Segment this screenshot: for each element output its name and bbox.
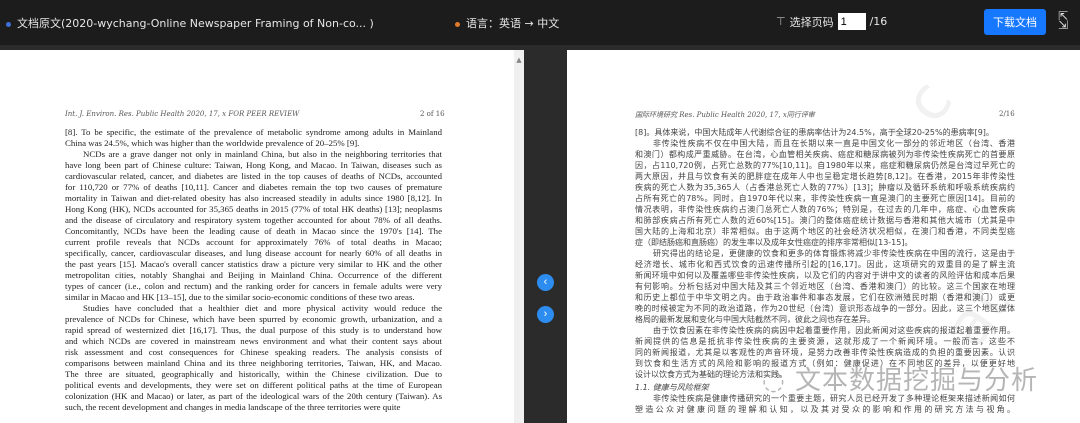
text-line: and which NCDs are covered in mainstream… (65, 336, 442, 346)
fullscreen-icon[interactable]: ⇱ ⇲ (1058, 10, 1072, 31)
text-line: prevalence of NCDs for Chinese, which ha… (65, 314, 442, 324)
text-line: 非传染性疾病不仅在中国大陆，而且在长期以来一直是中国文化一部分的邻近地区（台湾、… (653, 139, 1015, 148)
text-line: cardiovascular related, cancer, and diab… (65, 171, 442, 181)
text-line: 同的新闻报道，尤其是以客观性的声音环境，是努力改善非传染性疾病造成的负担的重要因… (635, 348, 1015, 357)
blue-dot-icon (6, 21, 11, 27)
text-line: NCDs are a grave danger not only in main… (83, 149, 442, 159)
text-line: the past years [15]. Macao's overall can… (65, 259, 442, 269)
text-line: 晚的时候被定为不同的政治道路，作为20世纪（台湾）意识形态战争的一部分。因此，这… (635, 304, 1015, 313)
scroll-up-icon[interactable]: ▲ (514, 56, 524, 64)
chevron-left-icon: ‹ (543, 276, 548, 288)
text-line: Hong Kong (HK), NCDs accounted for 35,36… (65, 204, 442, 214)
document-title: 文档原文(2020-wychang-Online Newspaper Frami… (6, 15, 374, 31)
text-line: 和澳门）都构成严重威胁。在台湾，心血管相关疾病、癌症和糖尿病被列为非传染性疾病死… (635, 150, 1015, 159)
orange-dot-icon (455, 21, 460, 27)
text-line: 格局的最新发展和变化与中国大陆截然不同，彼此之间也存在差异。 (635, 315, 875, 324)
top-bar: 文档原文(2020-wychang-Online Newspaper Frami… (0, 0, 1080, 45)
page-select-label: 选择页码 (789, 15, 834, 29)
text-line: colonization (HK and Macao) or later, as… (65, 391, 442, 401)
text-line: specifically, cancer, cardiovascular dis… (65, 248, 442, 258)
page-header: Int. J. Environ. Res. Public Health 2020… (65, 110, 300, 118)
page-number-input[interactable] (837, 13, 866, 30)
watermark: ◌ 文本数据挖掘与分析 (762, 360, 1038, 397)
text-line: [8]。具体来说，中国大陆成年人代谢综合征的患病率估计为24.5%，高于全球20… (635, 128, 994, 137)
text-line: 经济增长、城市化和西式饮食的迅速传播所引起的[16,17]。因此，这项研究的双重… (635, 260, 1015, 269)
text-line: China was 24.5%, which was higher than t… (65, 138, 360, 148)
text-line: 症（即结肠癌和直肠癌）的发生率以及成年女性癌症的排序非常相似[13-15]。 (635, 238, 913, 247)
watermark-text: 文本数据挖掘与分析 (794, 366, 1038, 396)
text-line: Concomitantly, NCDs have been the leadin… (65, 226, 442, 236)
text-line: 两大原因，并且与饮食有关的肥胖症在成年人中也呈稳定增长趋势[8,12]。在香港，… (635, 172, 1015, 181)
scrollbar[interactable]: ▲ (514, 50, 524, 423)
text-line: metropolitan cities, notably Shanghai an… (65, 270, 442, 280)
text-line: risk assessment and cost consequences fo… (65, 347, 442, 357)
text-line: similar in Macao and HK [13–15], due to … (65, 292, 415, 302)
page-number: 2/16 (999, 110, 1015, 118)
prev-page-button[interactable]: ‹ (537, 274, 554, 291)
text-line: 国大陆的上海和北京）非常相似。由于这两个地区的社会经济状况相似，在澳门和香港，不… (635, 227, 1015, 236)
page-number: 2 of 16 (420, 110, 445, 118)
text-line: such, the recent development and changes… (65, 402, 401, 412)
text-line: 由于饮食因素在非传染性疾病的病因中起着重要作用，因此新闻对这些疾病的报道起着重要… (653, 326, 1015, 335)
text-line: 和历史上都位于中华文明之内。由于政治事件和事态发展，它们在欧洲殖民时期（香港和澳… (635, 293, 1015, 302)
download-document-button[interactable]: 下载文档 (984, 9, 1046, 35)
language-selector[interactable]: 语言：英语 → 中文 (455, 15, 559, 31)
text-line: current profile reveals that NCDs accoun… (65, 237, 442, 247)
text-line: 占所有死亡的78%。同时，自1970年代以来，非传染性疾病一直是澳门的主要死亡原… (635, 194, 1015, 203)
text-line: have long been part of Chinese culture: … (65, 160, 442, 170)
text-line: 因，占110,720例，占死亡总数的77%[10,11]。自1980年以来，癌症… (635, 161, 1015, 170)
text-line: rapid spread of westernized diet [16,17]… (65, 325, 442, 335)
text-line: The three are situated, geographically a… (65, 369, 442, 379)
text-line: comparisons between mainland China and i… (65, 358, 442, 368)
text-line: 新闻环境中如何以及覆盖哪些非传染性疾病，以及它们的内容对于讲中文的读者的风险评估… (635, 271, 1015, 280)
text-line: [8]. To be specific, the estimate of the… (65, 127, 442, 137)
chevron-right-icon: › (543, 308, 548, 320)
text-line: 塑造公众对健康问题的理解和认知，以及其对受众的影响和作用的研究方法与视角。 (635, 405, 1015, 414)
language-text: 语言：英语 → 中文 (466, 17, 560, 30)
text-line: Studies have concluded that a healthier … (83, 303, 442, 313)
filter-icon: ⊤ (776, 15, 786, 28)
document-title-text: 文档原文(2020-wychang-Online Newspaper Frami… (17, 17, 374, 30)
wechat-icon: ◌ (762, 366, 795, 396)
text-line: for 110,720 or 77% of deaths [10,11]. Ca… (65, 182, 442, 192)
original-page: Int. J. Environ. Res. Public Health 2020… (0, 50, 514, 423)
text-line: 情况表明，非传染性疾病约占澳门总死亡人数的76%；特别是，在过去的几年中，癌症、… (635, 205, 1015, 214)
text-line: 和肺部疾病占所有死亡人数的近60%[15]。澳门的整体癌症统计数据与香港和其他大… (635, 216, 1015, 225)
text-line: 新闻提供的信息是抵抗非传染性疾病的主要资源，这就形成了一个新闻环境。一般而言，这… (635, 337, 1015, 346)
page-selector: ⊤ 选择页码 /16 (776, 13, 887, 30)
page-total: /16 (869, 15, 888, 28)
text-line: and the disease of circulatory and respi… (65, 215, 442, 225)
text-line: 疾病的死亡人数为35,365人（占香港总死亡人数的77%）[13]；肿瘤以及循环… (635, 183, 1015, 192)
next-page-button[interactable]: › (537, 306, 554, 323)
page-header: 国际环境研究 Res. Public Health 2020, 17, x同行评… (635, 111, 815, 119)
text-line: 有何影响。分析包括对中国大陆及其三个邻近地区（台湾、香港和澳门）的比较。这三个国… (635, 282, 1015, 291)
original-text: [8]. To be specific, the estimate of the… (65, 127, 442, 413)
text-line: types of cancer (i.e., colon and rectum)… (65, 281, 442, 291)
text-line: 研究得出的结论是，更健康的饮食和更多的体育锻炼将减少非传染性疾病在中国的流行，这… (653, 249, 1015, 258)
text-line: political events and developments, they … (65, 380, 442, 390)
text-line: mortality in Taiwan and diet-related obe… (65, 193, 442, 203)
